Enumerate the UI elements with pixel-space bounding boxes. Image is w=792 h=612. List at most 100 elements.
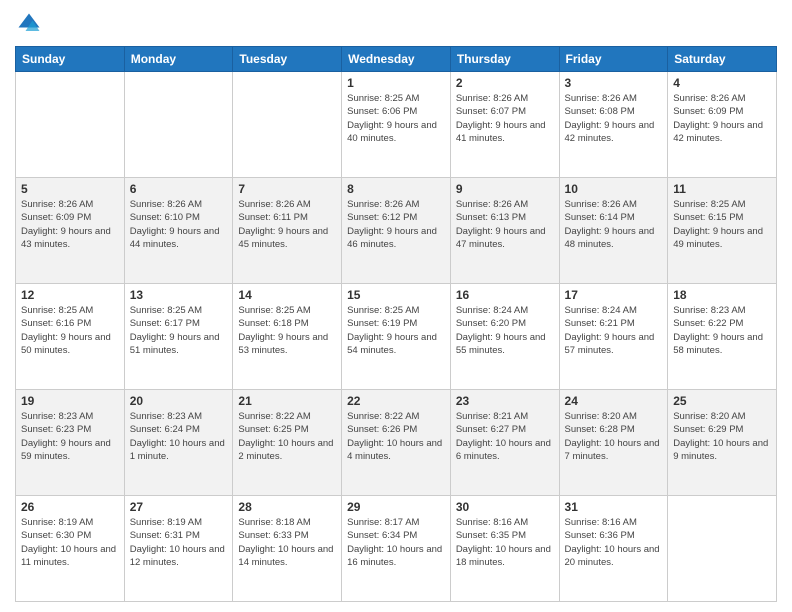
day-number: 17 xyxy=(565,288,663,302)
day-number: 9 xyxy=(456,182,554,196)
day-info: Sunrise: 8:23 AM Sunset: 6:23 PM Dayligh… xyxy=(21,410,119,463)
day-info: Sunrise: 8:23 AM Sunset: 6:22 PM Dayligh… xyxy=(673,304,771,357)
day-info: Sunrise: 8:16 AM Sunset: 6:35 PM Dayligh… xyxy=(456,516,554,569)
day-cell: 10Sunrise: 8:26 AM Sunset: 6:14 PM Dayli… xyxy=(559,178,668,284)
day-number: 25 xyxy=(673,394,771,408)
day-info: Sunrise: 8:22 AM Sunset: 6:25 PM Dayligh… xyxy=(238,410,336,463)
day-info: Sunrise: 8:26 AM Sunset: 6:13 PM Dayligh… xyxy=(456,198,554,251)
day-cell: 2 Sunrise: 8:26 AM Sunset: 6:07 PM Daylig… xyxy=(450,72,559,178)
day-info: Sunrise: 8:24 AM Sunset: 6:20 PM Dayligh… xyxy=(456,304,554,357)
day-number: 14 xyxy=(238,288,336,302)
day-cell: 28 Sunrise: 8:18 AM Sunset: 6:33 PM Dayli… xyxy=(233,496,342,602)
day-cell: 7Sunrise: 8:26 AM Sunset: 6:11 PM Daylig… xyxy=(233,178,342,284)
day-info: Sunrise: 8:25 AM Sunset: 6:15 PM Dayligh… xyxy=(673,198,771,251)
day-header-tuesday: Tuesday xyxy=(233,47,342,72)
day-info: Sunrise: 8:25 AM Sunset: 6:06 PM Dayligh… xyxy=(347,92,445,145)
day-info: Sunrise: 8:26 AM Sunset: 6:07 PM Dayligh… xyxy=(456,92,554,145)
day-cell: 31Sunrise: 8:16 AM Sunset: 6:36 PM Dayli… xyxy=(559,496,668,602)
day-number: 23 xyxy=(456,394,554,408)
day-header-wednesday: Wednesday xyxy=(342,47,451,72)
day-number: 21 xyxy=(238,394,336,408)
day-number: 13 xyxy=(130,288,228,302)
day-info: Sunrise: 8:26 AM Sunset: 6:10 PM Dayligh… xyxy=(130,198,228,251)
day-number: 26 xyxy=(21,500,119,514)
day-number: 24 xyxy=(565,394,663,408)
day-number: 30 xyxy=(456,500,554,514)
day-number: 19 xyxy=(21,394,119,408)
calendar-table: SundayMondayTuesdayWednesdayThursdayFrid… xyxy=(15,46,777,602)
day-cell: 13Sunrise: 8:25 AM Sunset: 6:17 PM Dayli… xyxy=(124,284,233,390)
day-cell: 4 Sunrise: 8:26 AM Sunset: 6:09 PM Daylig… xyxy=(668,72,777,178)
day-info: Sunrise: 8:20 AM Sunset: 6:28 PM Dayligh… xyxy=(565,410,663,463)
day-number: 27 xyxy=(130,500,228,514)
day-header-saturday: Saturday xyxy=(668,47,777,72)
day-header-sunday: Sunday xyxy=(16,47,125,72)
day-cell xyxy=(124,72,233,178)
week-row-4: 19 Sunrise: 8:23 AM Sunset: 6:23 PM Dayli… xyxy=(16,390,777,496)
week-row-2: 5 Sunrise: 8:26 AM Sunset: 6:09 PM Daylig… xyxy=(16,178,777,284)
day-cell: 9 Sunrise: 8:26 AM Sunset: 6:13 PM Daylig… xyxy=(450,178,559,284)
day-cell xyxy=(668,496,777,602)
day-cell xyxy=(16,72,125,178)
day-number: 29 xyxy=(347,500,445,514)
day-number: 4 xyxy=(673,76,771,90)
day-info: Sunrise: 8:25 AM Sunset: 6:16 PM Dayligh… xyxy=(21,304,119,357)
day-cell: 26 Sunrise: 8:19 AM Sunset: 6:30 PM Dayli… xyxy=(16,496,125,602)
day-number: 28 xyxy=(238,500,336,514)
day-cell: 24 Sunrise: 8:20 AM Sunset: 6:28 PM Dayli… xyxy=(559,390,668,496)
day-cell: 11 Sunrise: 8:25 AM Sunset: 6:15 PM Dayli… xyxy=(668,178,777,284)
day-cell: 15 Sunrise: 8:25 AM Sunset: 6:19 PM Dayli… xyxy=(342,284,451,390)
day-cell: 23 Sunrise: 8:21 AM Sunset: 6:27 PM Dayli… xyxy=(450,390,559,496)
day-number: 22 xyxy=(347,394,445,408)
day-cell: 16 Sunrise: 8:24 AM Sunset: 6:20 PM Dayli… xyxy=(450,284,559,390)
day-number: 11 xyxy=(673,182,771,196)
week-row-3: 12 Sunrise: 8:25 AM Sunset: 6:16 PM Dayli… xyxy=(16,284,777,390)
day-number: 5 xyxy=(21,182,119,196)
day-number: 8 xyxy=(347,182,445,196)
day-number: 18 xyxy=(673,288,771,302)
day-number: 2 xyxy=(456,76,554,90)
day-header-thursday: Thursday xyxy=(450,47,559,72)
calendar-page: SundayMondayTuesdayWednesdayThursdayFrid… xyxy=(0,0,792,612)
day-cell: 20Sunrise: 8:23 AM Sunset: 6:24 PM Dayli… xyxy=(124,390,233,496)
day-number: 6 xyxy=(130,182,228,196)
day-info: Sunrise: 8:19 AM Sunset: 6:31 PM Dayligh… xyxy=(130,516,228,569)
day-cell: 21 Sunrise: 8:22 AM Sunset: 6:25 PM Dayli… xyxy=(233,390,342,496)
week-row-5: 26 Sunrise: 8:19 AM Sunset: 6:30 PM Dayli… xyxy=(16,496,777,602)
day-number: 1 xyxy=(347,76,445,90)
day-cell: 25Sunrise: 8:20 AM Sunset: 6:29 PM Dayli… xyxy=(668,390,777,496)
day-info: Sunrise: 8:26 AM Sunset: 6:12 PM Dayligh… xyxy=(347,198,445,251)
day-cell: 8 Sunrise: 8:26 AM Sunset: 6:12 PM Daylig… xyxy=(342,178,451,284)
day-cell: 14Sunrise: 8:25 AM Sunset: 6:18 PM Dayli… xyxy=(233,284,342,390)
week-row-1: 1 Sunrise: 8:25 AM Sunset: 6:06 PM Daylig… xyxy=(16,72,777,178)
day-info: Sunrise: 8:18 AM Sunset: 6:33 PM Dayligh… xyxy=(238,516,336,569)
day-number: 12 xyxy=(21,288,119,302)
day-info: Sunrise: 8:16 AM Sunset: 6:36 PM Dayligh… xyxy=(565,516,663,569)
day-info: Sunrise: 8:26 AM Sunset: 6:09 PM Dayligh… xyxy=(673,92,771,145)
day-cell: 27 Sunrise: 8:19 AM Sunset: 6:31 PM Dayli… xyxy=(124,496,233,602)
day-number: 15 xyxy=(347,288,445,302)
day-info: Sunrise: 8:26 AM Sunset: 6:09 PM Dayligh… xyxy=(21,198,119,251)
day-cell: 17 Sunrise: 8:24 AM Sunset: 6:21 PM Dayli… xyxy=(559,284,668,390)
day-number: 20 xyxy=(130,394,228,408)
day-cell: 29Sunrise: 8:17 AM Sunset: 6:34 PM Dayli… xyxy=(342,496,451,602)
day-cell: 30 Sunrise: 8:16 AM Sunset: 6:35 PM Dayli… xyxy=(450,496,559,602)
day-info: Sunrise: 8:26 AM Sunset: 6:11 PM Dayligh… xyxy=(238,198,336,251)
day-cell: 12 Sunrise: 8:25 AM Sunset: 6:16 PM Dayli… xyxy=(16,284,125,390)
calendar-header-row: SundayMondayTuesdayWednesdayThursdayFrid… xyxy=(16,47,777,72)
day-info: Sunrise: 8:25 AM Sunset: 6:19 PM Dayligh… xyxy=(347,304,445,357)
day-cell: 22Sunrise: 8:22 AM Sunset: 6:26 PM Dayli… xyxy=(342,390,451,496)
day-number: 10 xyxy=(565,182,663,196)
day-cell: 5 Sunrise: 8:26 AM Sunset: 6:09 PM Daylig… xyxy=(16,178,125,284)
logo xyxy=(15,10,47,38)
day-info: Sunrise: 8:21 AM Sunset: 6:27 PM Dayligh… xyxy=(456,410,554,463)
day-number: 3 xyxy=(565,76,663,90)
day-info: Sunrise: 8:24 AM Sunset: 6:21 PM Dayligh… xyxy=(565,304,663,357)
header xyxy=(15,10,777,38)
day-cell: 6 Sunrise: 8:26 AM Sunset: 6:10 PM Daylig… xyxy=(124,178,233,284)
logo-icon xyxy=(15,10,43,38)
day-cell xyxy=(233,72,342,178)
day-number: 16 xyxy=(456,288,554,302)
day-info: Sunrise: 8:19 AM Sunset: 6:30 PM Dayligh… xyxy=(21,516,119,569)
day-cell: 1 Sunrise: 8:25 AM Sunset: 6:06 PM Daylig… xyxy=(342,72,451,178)
